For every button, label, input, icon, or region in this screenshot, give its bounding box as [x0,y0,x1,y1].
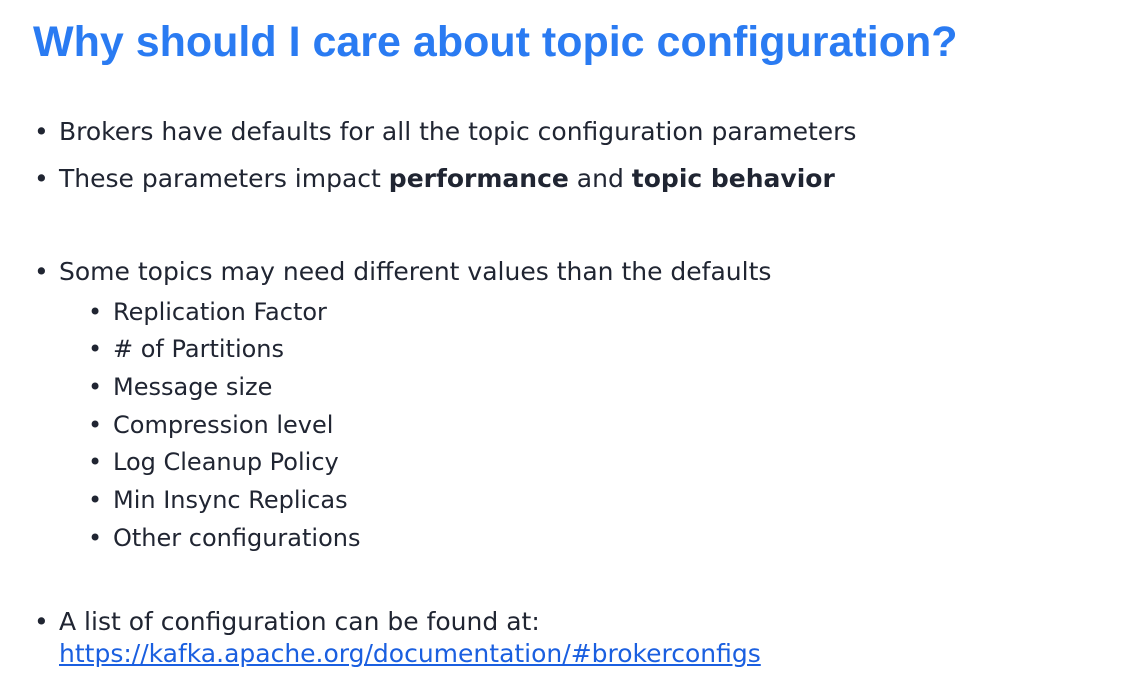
bullet-emphasis-topic-behavior: topic behavior [631,164,835,193]
sub-bullet-item: • Min Insync Replicas [88,484,348,516]
bullet-dot: • [88,524,103,552]
bullet-item: • Some topics may need different values t… [34,256,771,288]
bullet-emphasis-performance: performance [388,164,569,193]
bullet-dot: • [88,298,103,326]
bullet-text: Brokers have defaults for all the topic … [59,117,857,146]
slide: Why should I care about topic configurat… [0,0,1124,684]
bullet-text: Some topics may need different values th… [59,257,772,286]
bullet-item: • A list of configuration can be found at… [34,606,540,638]
sub-bullet-item: • Log Cleanup Policy [88,446,339,478]
slide-title: Why should I care about topic configurat… [33,18,958,66]
sub-bullet-text: Min Insync Replicas [113,486,348,514]
sub-bullet-text: # of Partitions [113,335,285,363]
sub-bullet-text: Compression level [113,411,334,439]
bullet-dot: • [34,257,49,286]
bullet-dot: • [34,164,49,193]
bullet-dot: • [88,335,103,363]
sub-bullet-item: • Other configurations [88,522,360,554]
sub-bullet-item: • # of Partitions [88,333,284,365]
bullet-text-part: and [568,164,632,193]
sub-bullet-text: Other configurations [113,524,361,552]
sub-bullet-text: Log Cleanup Policy [113,448,339,476]
bullet-text-part: These parameters impact [59,164,389,193]
bullet-item: • These parameters impact performance and… [34,163,835,195]
sub-bullet-item: • Message size [88,371,272,403]
bullet-text: A list of configuration can be found at: [59,607,540,636]
sub-bullet-item: • Compression level [88,409,333,441]
broker-configs-link[interactable]: https://kafka.apache.org/documentation/#… [59,638,761,670]
bullet-dot: • [88,411,103,439]
sub-bullet-item: • Replication Factor [88,296,327,328]
bullet-dot: • [34,607,49,636]
sub-bullet-text: Message size [113,373,273,401]
bullet-dot: • [88,486,103,514]
bullet-dot: • [88,373,103,401]
bullet-item: • Brokers have defaults for all the topic… [34,116,856,148]
sub-bullet-text: Replication Factor [113,298,327,326]
bullet-dot: • [34,117,49,146]
bullet-dot: • [88,448,103,476]
